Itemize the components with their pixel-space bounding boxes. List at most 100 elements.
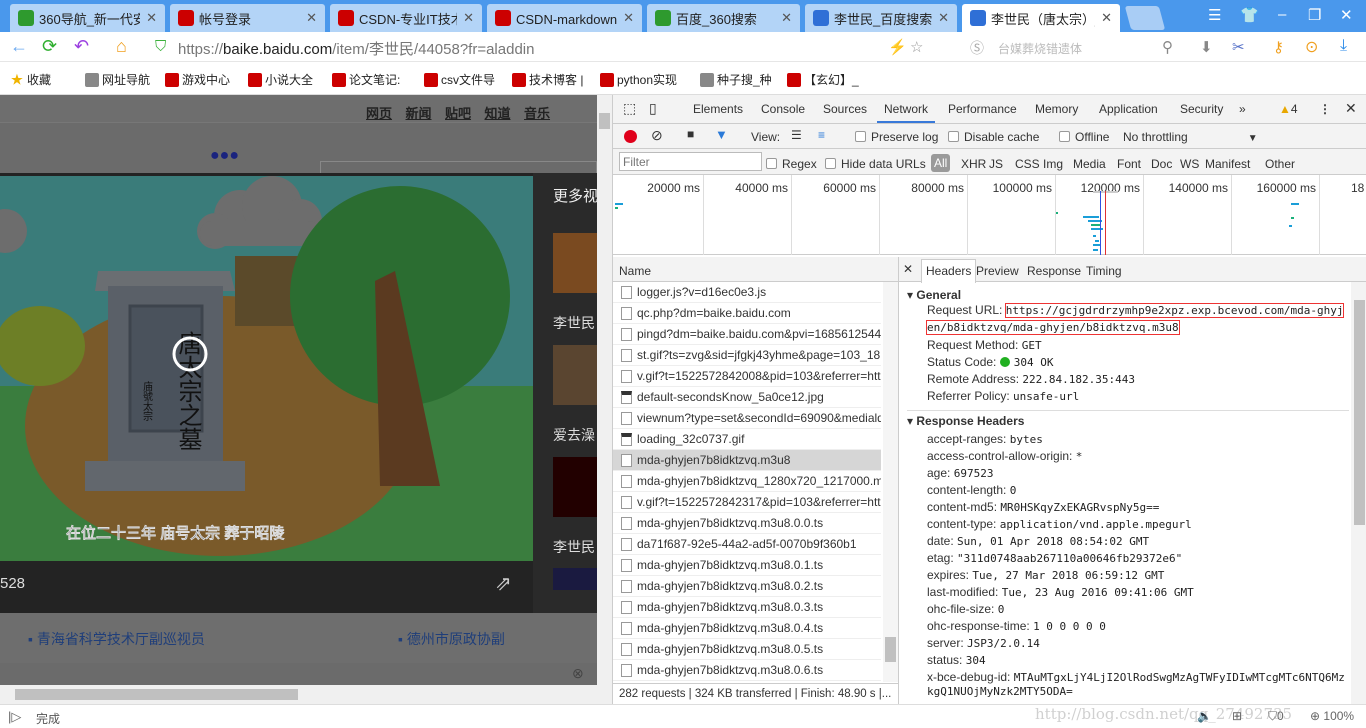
close-tab-icon[interactable]: ✕ xyxy=(146,10,157,26)
offline-checkbox[interactable]: Offline xyxy=(1059,130,1109,144)
capture-screenshots-icon[interactable]: ■ xyxy=(687,127,694,141)
devtools-tab-console[interactable]: Console xyxy=(761,102,805,116)
filter-type-ws[interactable]: WS xyxy=(1180,157,1199,171)
request-row[interactable]: mda-ghyjen7b8idktzvq.m3u8.0.6.ts xyxy=(613,660,881,681)
news-link[interactable]: ▪ 青海省科学技术厅副巡视员 xyxy=(28,629,205,649)
close-ad-icon[interactable]: ⊗ xyxy=(572,665,584,682)
request-row[interactable]: qc.php?dm=baike.baidu.com xyxy=(613,303,881,324)
request-row[interactable]: viewnum?type=set&secondId=69090&mediald xyxy=(613,408,881,429)
bookmark-item[interactable]: 种子搜_种 xyxy=(700,71,772,88)
minimize-button[interactable]: – xyxy=(1278,6,1286,23)
horizontal-scrollbar[interactable] xyxy=(0,685,597,704)
filter-type-media[interactable]: Media xyxy=(1073,157,1106,171)
video-thumb[interactable] xyxy=(553,457,597,517)
scrollbar-thumb[interactable] xyxy=(599,113,610,129)
name-column-header[interactable]: Name xyxy=(613,257,898,282)
download-icon[interactable]: ⬇ xyxy=(1200,38,1213,56)
new-tab-button[interactable] xyxy=(1124,6,1166,30)
page-nav-link[interactable]: 音乐 xyxy=(524,103,550,122)
network-timeline-overview[interactable]: 20000 ms 40000 ms 60000 ms 80000 ms 100000 m… xyxy=(613,175,1366,255)
close-devtools-icon[interactable]: ✕ xyxy=(1345,100,1357,117)
bookmark-item[interactable]: python实现 xyxy=(600,71,677,88)
bookmark-item[interactable]: 论文笔记: xyxy=(332,71,400,88)
page-nav-link[interactable]: 新闻 xyxy=(406,103,432,122)
scrollbar-thumb[interactable] xyxy=(1354,300,1365,525)
menu-icon[interactable]: ☰ xyxy=(1208,6,1221,24)
device-toolbar-icon[interactable]: ▯ xyxy=(649,100,657,117)
request-row[interactable]: mda-ghyjen7b8idktzvq_1280x720_1217000.m3… xyxy=(613,471,881,492)
adblock-icon[interactable]: ⛉0 xyxy=(1268,709,1284,724)
browser-tab[interactable]: CSDN-markdown编辑器 ✕ xyxy=(487,4,642,32)
devtools-tab-sources[interactable]: Sources xyxy=(823,102,867,116)
lightning-icon[interactable]: ⚡ xyxy=(888,38,907,56)
filter-type-img[interactable]: Img xyxy=(1043,157,1063,171)
close-tab-icon[interactable]: ✕ xyxy=(306,10,317,26)
page-nav-link[interactable]: 知道 xyxy=(485,103,511,122)
browser-tab[interactable]: 360导航_新一代安全上网导航 ✕ xyxy=(10,4,165,32)
filter-type-css[interactable]: CSS xyxy=(1015,157,1040,171)
filter-icon[interactable]: ▼ xyxy=(715,127,728,142)
video-thumb[interactable] xyxy=(553,568,597,590)
bookmark-item[interactable]: 技术博客 | xyxy=(512,71,583,88)
close-tab-icon[interactable]: ✕ xyxy=(1101,10,1112,26)
detail-tab-preview[interactable]: Preview xyxy=(976,264,1019,278)
download-arrow-icon[interactable]: ⤓ xyxy=(1340,37,1347,55)
detail-tab-response[interactable]: Response xyxy=(1027,264,1081,278)
request-list-scrollbar[interactable] xyxy=(883,282,898,682)
request-row[interactable]: v.gif?t=1522572842317&pid=103&referrer=h… xyxy=(613,492,881,513)
clear-icon[interactable]: ⊘ xyxy=(651,127,663,144)
bookmark-item[interactable]: 【玄幻】_ xyxy=(787,71,859,88)
more-tabs-icon[interactable]: » xyxy=(1239,102,1246,116)
page-nav-link[interactable]: 贴吧 xyxy=(445,103,471,122)
devtools-tab-memory[interactable]: Memory xyxy=(1035,102,1078,116)
search-box[interactable] xyxy=(320,161,597,173)
scrollbar-thumb[interactable] xyxy=(885,637,896,662)
bookmark-item[interactable]: ★ 收藏 xyxy=(10,71,51,88)
response-headers-toggle[interactable]: ▾ Response Headers xyxy=(907,414,1024,428)
browser-tab[interactable]: 百度_360搜索 ✕ xyxy=(647,4,800,32)
warning-icon[interactable]: ▲4 xyxy=(1279,102,1298,116)
request-row[interactable]: st.gif?ts=zvg&sid=jfgkj43yhme&page=103_1… xyxy=(613,345,881,366)
video-frame[interactable]: 唐太宗之墓 庙號太宗 在位二十三年 庙号太宗 葬于昭陵 xyxy=(0,176,533,561)
page-vertical-scrollbar[interactable] xyxy=(597,95,612,704)
filter-type-all[interactable]: All xyxy=(931,154,951,172)
request-row[interactable]: da71f687-92e5-44a2-ad5f-0070b9f360b1 xyxy=(613,534,881,555)
bookmark-item[interactable]: 游戏中心 xyxy=(165,71,230,88)
search-icon[interactable]: ⚲ xyxy=(1162,38,1173,56)
headers-scrollbar[interactable] xyxy=(1351,282,1366,704)
close-detail-icon[interactable]: ✕ xyxy=(903,262,913,276)
request-row[interactable]: logger.js?v=d16ec0e3.js xyxy=(613,282,881,303)
devtools-tab-performance[interactable]: Performance xyxy=(948,102,1017,116)
news-link[interactable]: ▪ 德州市原政协副 xyxy=(398,629,505,649)
sidebar-toggle-icon[interactable]: |▷ xyxy=(8,709,21,725)
home-icon[interactable]: ⌂ xyxy=(116,36,127,57)
devtools-tab-network[interactable]: Network xyxy=(877,102,936,123)
kebab-menu-icon[interactable]: ⋮ xyxy=(1319,102,1331,116)
video-thumb[interactable] xyxy=(553,233,597,293)
overview-icon[interactable]: ≡ xyxy=(818,128,825,142)
request-row[interactable]: default-secondsKnow_5a0ce12.jpg xyxy=(613,387,881,408)
record-button[interactable] xyxy=(624,130,637,143)
disable-cache-checkbox[interactable]: Disable cache xyxy=(948,130,1039,144)
undo-icon[interactable]: ↶ xyxy=(74,36,89,57)
url-field[interactable]: https://baike.baidu.com/item/李世民/44058?f… xyxy=(178,38,534,59)
request-row[interactable]: mda-ghyjen7b8idktzvq.m3u8.0.3.ts xyxy=(613,597,881,618)
refresh-icon[interactable]: ⟳ xyxy=(42,36,57,57)
skin-icon[interactable]: 👕 xyxy=(1240,6,1259,24)
share-icon[interactable]: ⇗ xyxy=(495,571,512,596)
regex-checkbox[interactable]: Regex xyxy=(766,157,817,171)
filter-type-font[interactable]: Font xyxy=(1117,157,1141,171)
favorite-star-icon[interactable]: ☆ xyxy=(910,38,923,56)
video-player[interactable]: 唐太宗之墓 庙號太宗 在位二十三年 庙号太宗 葬于昭陵 更多视 李世民 爱去澡 … xyxy=(0,173,597,613)
video-title[interactable]: 李世民 xyxy=(553,537,595,557)
general-section-toggle[interactable]: ▾ General xyxy=(907,288,961,302)
request-row[interactable]: mda-ghyjen7b8idktzvq.m3u8 xyxy=(613,450,881,471)
close-tab-icon[interactable]: ✕ xyxy=(938,10,949,26)
bookmark-item[interactable]: 网址导航 xyxy=(85,71,150,88)
request-row[interactable]: mda-ghyjen7b8idktzvq.m3u8.0.1.ts xyxy=(613,555,881,576)
bookmark-item[interactable]: csv文件导 xyxy=(424,71,495,88)
request-row[interactable]: mda-ghyjen7b8idktzvq.m3u8.0.5.ts xyxy=(613,639,881,660)
devtools-tab-elements[interactable]: Elements xyxy=(693,102,743,116)
devtools-tab-application[interactable]: Application xyxy=(1099,102,1158,116)
more-circle-icon[interactable]: ⊙ xyxy=(1305,37,1318,57)
